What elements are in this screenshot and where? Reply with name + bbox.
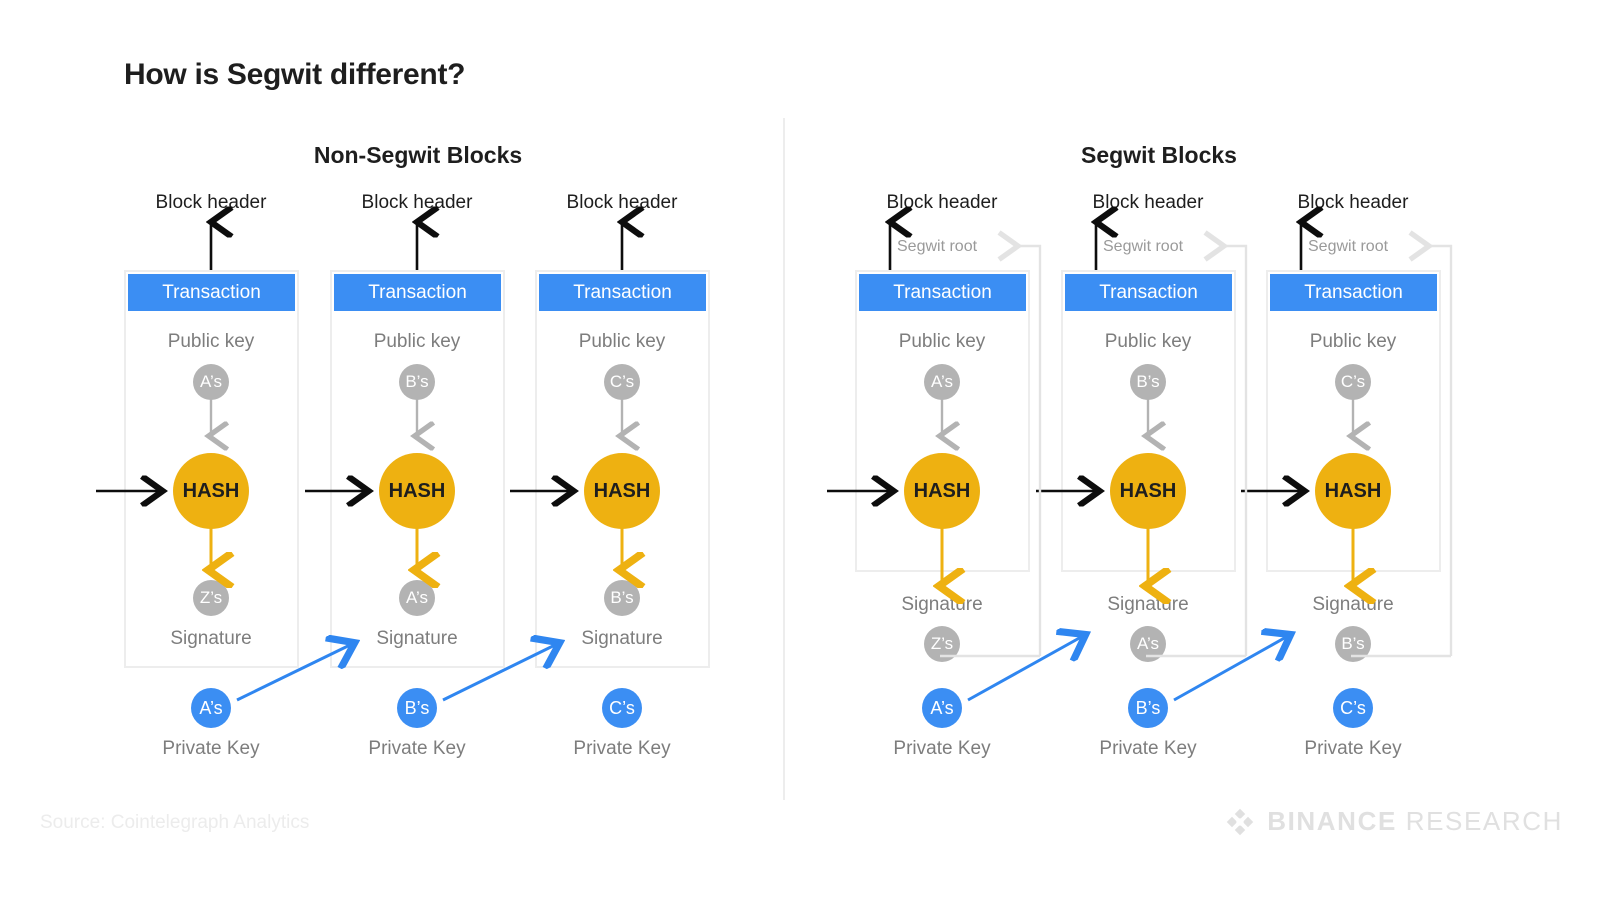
private-key-circle-sw-1: A’s <box>922 688 962 728</box>
hash-circle-ns-2: HASH <box>379 453 455 529</box>
public-key-label-ns-1: Public key <box>167 331 255 352</box>
signature-label-ns-3: Signature <box>581 628 663 649</box>
source-credit: Source: Cointelegraph Analytics <box>40 812 310 833</box>
signature-label-ns-2: Signature <box>376 628 458 649</box>
private-key-circle-ns-1: A’s <box>191 688 231 728</box>
hash-circle-ns-1: HASH <box>173 453 249 529</box>
signature-label-sw-1: Signature <box>901 594 983 615</box>
page-title: How is Segwit different? <box>124 58 466 91</box>
signature-circle-ns-2: A’s <box>399 580 435 616</box>
public-key-circle-sw-3: C’s <box>1335 364 1371 400</box>
binance-diamond-icon <box>1227 808 1254 835</box>
public-key-label-sw-3: Public key <box>1309 331 1397 352</box>
private-key-label-sw-2: Private Key <box>1099 738 1197 759</box>
brand-text: BINANCE RESEARCH <box>1267 806 1563 837</box>
private-key-circle-ns-3: C’s <box>602 688 642 728</box>
segwit-root-label-2: Segwit root <box>1103 238 1184 255</box>
block-header-label-sw-3: Block header <box>1297 192 1409 213</box>
signature-label-ns-1: Signature <box>170 628 252 649</box>
transaction-bar-sw-3: Transaction <box>1270 274 1437 311</box>
diagram-canvas: How is Segwit different? Non-Segwit Bloc… <box>0 0 1601 900</box>
signature-circle-sw-1: Z’s <box>924 626 960 662</box>
public-key-label-ns-2: Public key <box>373 331 461 352</box>
private-key-label-sw-3: Private Key <box>1304 738 1402 759</box>
segwit-root-label-3: Segwit root <box>1308 238 1389 255</box>
signature-circle-sw-2: A’s <box>1130 626 1166 662</box>
transaction-bar-sw-2: Transaction <box>1065 274 1232 311</box>
brand-binance: BINANCE <box>1267 806 1397 836</box>
privatekey-signature-arrow-sw-2 <box>1173 636 1288 702</box>
private-key-circle-ns-2: B’s <box>397 688 437 728</box>
public-key-circle-ns-3: C’s <box>604 364 640 400</box>
transaction-bar-sw-1: Transaction <box>859 274 1026 311</box>
block-header-label-ns-3: Block header <box>566 192 678 213</box>
signature-label-sw-2: Signature <box>1107 594 1189 615</box>
signature-circle-sw-3: B’s <box>1335 626 1371 662</box>
private-key-label-sw-1: Private Key <box>893 738 991 759</box>
segwit-root-label-1: Segwit root <box>897 238 978 255</box>
hash-circle-ns-3: HASH <box>584 453 660 529</box>
block-header-label-sw-2: Block header <box>1092 192 1204 213</box>
public-key-circle-ns-1: A’s <box>193 364 229 400</box>
public-key-label-sw-1: Public key <box>898 331 986 352</box>
transaction-bar-ns-2: Transaction <box>334 274 501 311</box>
public-key-label-sw-2: Public key <box>1104 331 1192 352</box>
public-key-circle-sw-2: B’s <box>1130 364 1166 400</box>
binance-research-logo: BINANCE RESEARCH <box>1225 806 1563 837</box>
signature-label-sw-3: Signature <box>1312 594 1394 615</box>
hash-circle-sw-2: HASH <box>1110 453 1186 529</box>
brand-research: RESEARCH <box>1405 806 1563 836</box>
panel-title-non-segwit: Non-Segwit Blocks <box>313 142 523 168</box>
public-key-label-ns-3: Public key <box>578 331 666 352</box>
hash-circle-sw-1: HASH <box>904 453 980 529</box>
signature-circle-ns-1: Z’s <box>193 580 229 616</box>
public-key-circle-ns-2: B’s <box>399 364 435 400</box>
private-key-circle-sw-3: C’s <box>1333 688 1373 728</box>
private-key-label-ns-1: Private Key <box>162 738 260 759</box>
block-header-label-sw-1: Block header <box>886 192 998 213</box>
privatekey-signature-arrow-sw-1 <box>967 636 1083 702</box>
block-header-label-ns-2: Block header <box>361 192 473 213</box>
transaction-bar-ns-3: Transaction <box>539 274 706 311</box>
hash-circle-sw-3: HASH <box>1315 453 1391 529</box>
private-key-label-ns-2: Private Key <box>368 738 466 759</box>
private-key-label-ns-3: Private Key <box>573 738 671 759</box>
private-key-circle-sw-2: B’s <box>1128 688 1168 728</box>
signature-circle-ns-3: B’s <box>604 580 640 616</box>
panel-divider <box>783 118 785 800</box>
panel-title-segwit: Segwit Blocks <box>1081 142 1237 168</box>
public-key-circle-sw-1: A’s <box>924 364 960 400</box>
transaction-bar-ns-1: Transaction <box>128 274 295 311</box>
block-header-label-ns-1: Block header <box>155 192 267 213</box>
